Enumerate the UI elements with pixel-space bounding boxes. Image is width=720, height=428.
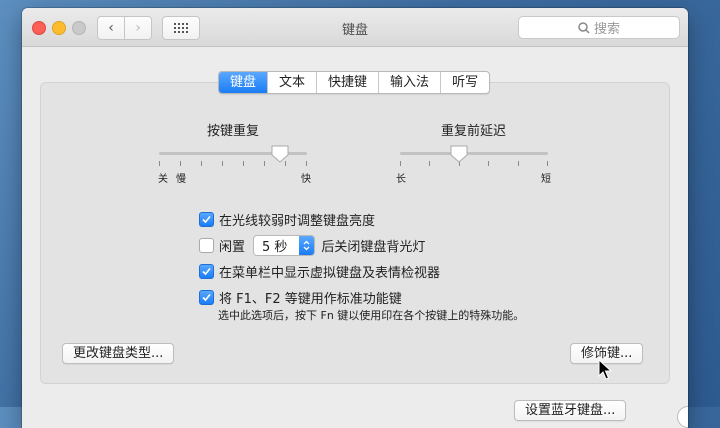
slider-tick — [488, 161, 489, 166]
fn-keys-hint: 选中此选项后，按下 Fn 键以使用印在各个按键上的特殊功能。 — [218, 309, 525, 322]
slider-tick — [180, 161, 181, 166]
slider-tick — [243, 161, 244, 166]
show-viewers-checkbox[interactable] — [199, 264, 214, 279]
fn-keys-option[interactable]: 将 F1、F2 等键用作标准功能键 — [199, 288, 402, 307]
tab-dictation[interactable]: 听写 — [441, 72, 489, 93]
tab-input-sources[interactable]: 输入法 — [379, 72, 442, 93]
delay-track[interactable] — [400, 152, 548, 155]
idle-after-label: 后关闭键盘背光灯 — [321, 240, 426, 255]
adjust-brightness-option[interactable]: 在光线较弱时调整键盘亮度 — [199, 210, 375, 229]
adjust-brightness-label: 在光线较弱时调整键盘亮度 — [219, 214, 376, 229]
key-repeat-label: 按键重复 — [207, 124, 260, 139]
key-repeat-max-label: 快 — [301, 174, 311, 185]
idle-label: 闲置 — [219, 240, 246, 255]
idle-backlight-option[interactable]: 闲置 5 秒 后关闭键盘背光灯 — [199, 235, 425, 256]
search-placeholder: 搜索 — [593, 22, 620, 37]
checkmark-icon — [202, 215, 211, 224]
tab-text[interactable]: 文本 — [268, 72, 318, 93]
updown-arrows-icon — [299, 236, 315, 255]
delay-short-label: 短 — [541, 174, 551, 185]
slider-tick — [222, 161, 223, 166]
tab-keyboard[interactable]: 键盘 — [219, 72, 269, 93]
delay-long-label: 长 — [396, 174, 406, 185]
mouse-pointer-icon — [598, 359, 612, 380]
show-viewers-option[interactable]: 在菜单栏中显示虚拟键盘及表情检视器 — [199, 262, 440, 281]
idle-duration-value: 5 秒 — [262, 240, 288, 255]
search-input[interactable]: 搜索 — [518, 16, 680, 39]
tab-bar: 键盘 文本 快捷键 输入法 听写 — [218, 71, 491, 94]
tab-shortcuts[interactable]: 快捷键 — [317, 72, 380, 93]
bluetooth-keyboard-button[interactable]: 设置蓝牙键盘... — [514, 400, 627, 421]
slider-tick — [264, 161, 265, 166]
help-button[interactable] — [677, 406, 688, 428]
key-repeat-slow-label: 慢 — [176, 174, 186, 185]
checkmark-icon — [202, 293, 211, 302]
slider-tick — [547, 161, 548, 166]
slider-tick — [400, 161, 401, 166]
search-icon — [578, 21, 590, 34]
slider-tick — [518, 161, 519, 166]
slider-tick — [201, 161, 202, 166]
titlebar: ‹ › 键盘 搜索 — [22, 8, 688, 47]
fn-keys-label: 将 F1、F2 等键用作标准功能键 — [219, 292, 402, 307]
delay-label: 重复前延迟 — [441, 124, 507, 139]
keyboard-preferences-window: ‹ › 键盘 搜索 键盘 文本 快捷键 输入法 听写 按键重复 关 慢 快 重复… — [22, 8, 688, 428]
slider-tick — [159, 161, 160, 166]
idle-duration-popup[interactable]: 5 秒 — [253, 235, 316, 256]
slider-tick — [306, 161, 307, 166]
adjust-brightness-checkbox[interactable] — [199, 212, 214, 227]
key-repeat-min-label: 关 — [158, 174, 168, 185]
checkmark-icon — [202, 267, 211, 276]
idle-backlight-checkbox[interactable] — [199, 238, 214, 253]
show-viewers-label: 在菜单栏中显示虚拟键盘及表情检视器 — [219, 266, 441, 281]
slider-tick — [429, 161, 430, 166]
fn-keys-checkbox[interactable] — [199, 290, 214, 305]
content-panel — [40, 82, 670, 384]
change-keyboard-type-button[interactable]: 更改键盘类型... — [62, 343, 175, 364]
